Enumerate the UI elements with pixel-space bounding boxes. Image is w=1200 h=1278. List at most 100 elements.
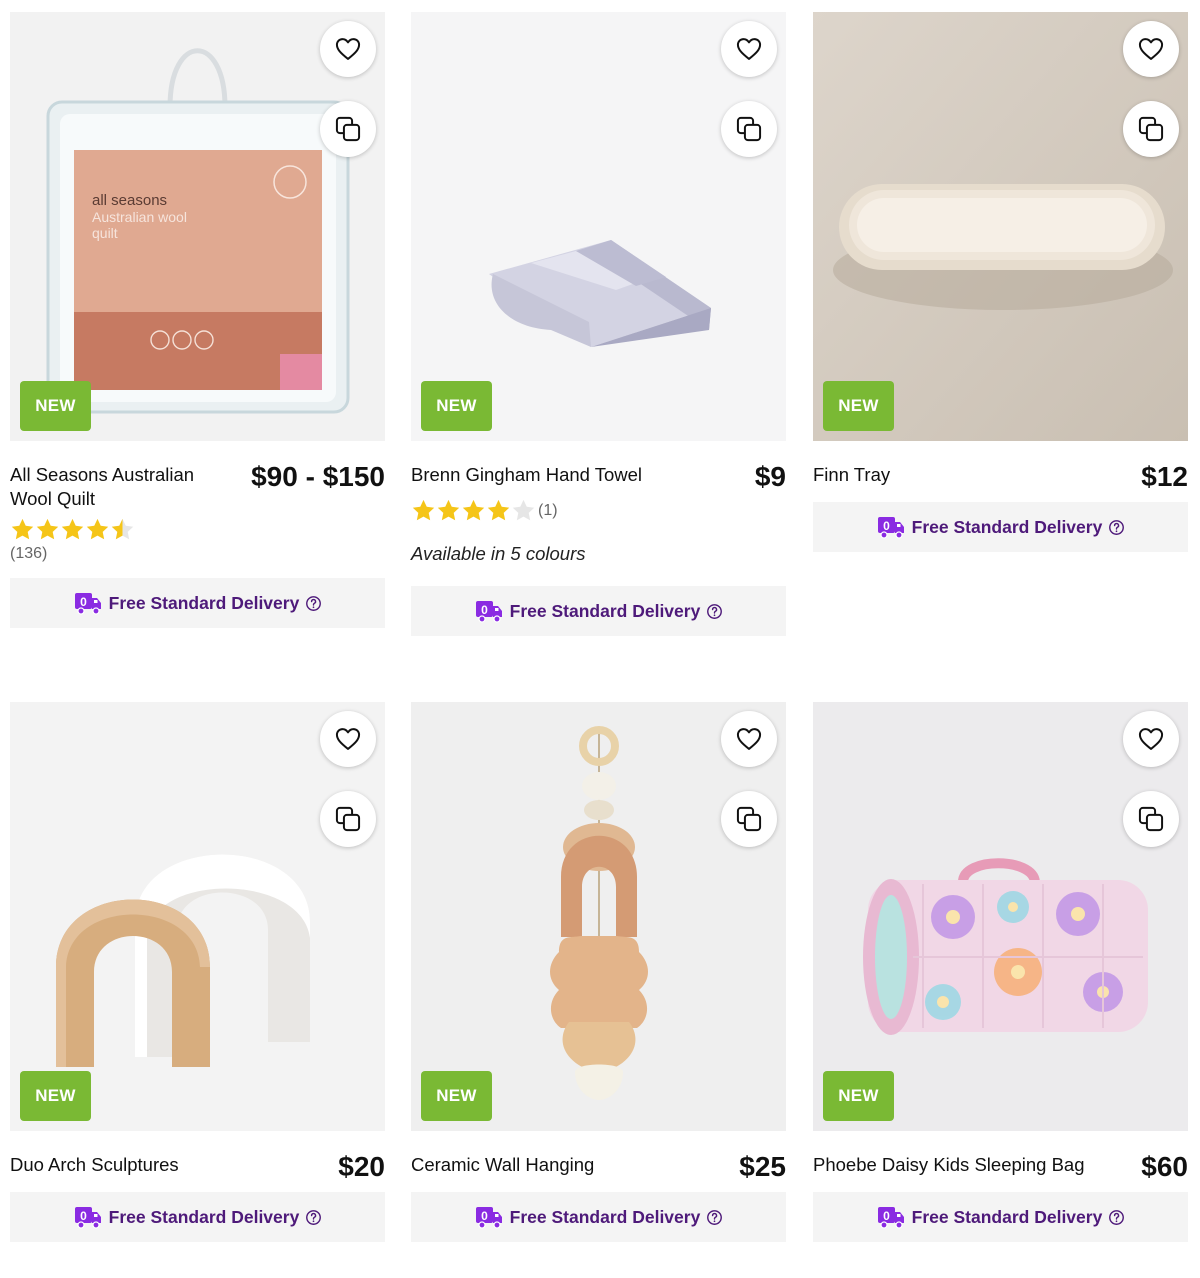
help-circle-icon[interactable] <box>706 1209 723 1226</box>
help-circle-icon[interactable] <box>1108 519 1125 536</box>
star-full-icon <box>436 498 461 523</box>
product-image[interactable]: NEW <box>813 12 1188 441</box>
delivery-label: Free Standard Delivery <box>911 516 1103 537</box>
product-card[interactable]: NEW Duo Arch Sculptures $20 Free Standar… <box>10 702 385 1242</box>
new-badge: NEW <box>20 381 91 431</box>
product-name[interactable]: Finn Tray <box>813 463 890 487</box>
compare-icon <box>735 115 763 143</box>
new-badge: NEW <box>421 1071 492 1121</box>
quilt-label-sub1: Australian wool <box>92 209 187 225</box>
tray-image <box>813 12 1188 441</box>
compare-icon <box>334 805 362 833</box>
compare-button[interactable] <box>320 791 376 847</box>
delivery-truck-icon <box>876 1205 906 1229</box>
free-delivery-banner[interactable]: Free Standard Delivery <box>813 1192 1188 1242</box>
star-full-icon <box>411 498 436 523</box>
product-card[interactable]: NEW Ceramic Wall Hanging $25 Free Standa… <box>411 702 786 1242</box>
wishlist-button[interactable] <box>721 711 777 767</box>
delivery-truck-icon <box>474 599 504 623</box>
product-name[interactable]: Brenn Gingham Hand Towel <box>411 463 642 487</box>
star-full-icon <box>35 517 60 542</box>
quilt-label-sub2: quilt <box>92 225 118 241</box>
product-image[interactable]: NEW <box>411 12 786 441</box>
help-circle-icon[interactable] <box>706 603 723 620</box>
heart-icon <box>735 35 763 63</box>
product-name[interactable]: Phoebe Daisy Kids Sleeping Bag <box>813 1153 1085 1177</box>
compare-button[interactable] <box>320 101 376 157</box>
free-delivery-banner[interactable]: Free Standard Delivery <box>411 1192 786 1242</box>
help-circle-icon[interactable] <box>305 1209 322 1226</box>
product-image[interactable]: NEW <box>813 702 1188 1131</box>
compare-button[interactable] <box>721 791 777 847</box>
delivery-label: Free Standard Delivery <box>911 1206 1103 1227</box>
heart-icon <box>1137 35 1165 63</box>
delivery-truck-icon <box>73 1205 103 1229</box>
quilt-image: all seasons Australian wool quilt <box>10 12 385 441</box>
rating-stars <box>10 517 135 542</box>
delivery-label: Free Standard Delivery <box>108 1206 300 1227</box>
delivery-label: Free Standard Delivery <box>509 1206 701 1227</box>
product-name[interactable]: All Seasons Australian Wool Quilt <box>10 463 225 511</box>
new-badge: NEW <box>823 381 894 431</box>
product-image[interactable]: all seasons Australian wool quilt NEW <box>10 12 385 441</box>
review-count: (136) <box>10 545 48 562</box>
free-delivery-banner[interactable]: Free Standard Delivery <box>813 502 1188 552</box>
wishlist-button[interactable] <box>1123 711 1179 767</box>
towel-image <box>411 12 786 441</box>
available-colours: Available in 5 colours <box>411 543 586 564</box>
heart-icon <box>1137 725 1165 753</box>
product-card[interactable]: NEW Phoebe Daisy Kids Sleeping Bag $60 F… <box>813 702 1188 1242</box>
product-card[interactable]: NEW Brenn Gingham Hand Towel $9 (1) Avai… <box>411 12 786 636</box>
compare-button[interactable] <box>1123 791 1179 847</box>
help-circle-icon[interactable] <box>1108 1209 1125 1226</box>
product-rating <box>10 517 385 542</box>
compare-button[interactable] <box>721 101 777 157</box>
product-name[interactable]: Ceramic Wall Hanging <box>411 1153 594 1177</box>
compare-icon <box>334 115 362 143</box>
star-half-icon <box>110 517 135 542</box>
new-badge: NEW <box>421 381 492 431</box>
product-price: $20 <box>338 1151 385 1182</box>
star-full-icon <box>10 517 35 542</box>
compare-icon <box>1137 805 1165 833</box>
compare-icon <box>1137 115 1165 143</box>
product-price: $12 <box>1141 461 1188 492</box>
product-name[interactable]: Duo Arch Sculptures <box>10 1153 179 1177</box>
star-full-icon <box>461 498 486 523</box>
product-card[interactable]: all seasons Australian wool quilt NEW Al… <box>10 12 385 628</box>
wall-hanging-image <box>411 702 786 1131</box>
star-full-icon <box>486 498 511 523</box>
star-empty-icon <box>511 498 536 523</box>
free-delivery-banner[interactable]: Free Standard Delivery <box>10 578 385 628</box>
heart-icon <box>334 725 362 753</box>
help-circle-icon[interactable] <box>305 595 322 612</box>
product-card[interactable]: NEW Finn Tray $12 Free Standard Delivery <box>813 12 1188 552</box>
compare-icon <box>735 805 763 833</box>
free-delivery-banner[interactable]: Free Standard Delivery <box>10 1192 385 1242</box>
wishlist-button[interactable] <box>721 21 777 77</box>
delivery-truck-icon <box>73 591 103 615</box>
product-image[interactable]: NEW <box>411 702 786 1131</box>
product-price: $25 <box>739 1151 786 1182</box>
delivery-label: Free Standard Delivery <box>108 592 300 613</box>
wishlist-button[interactable] <box>320 711 376 767</box>
free-delivery-banner[interactable]: Free Standard Delivery <box>411 586 786 636</box>
heart-icon <box>334 35 362 63</box>
product-price: $60 <box>1141 1151 1188 1182</box>
delivery-truck-icon <box>474 1205 504 1229</box>
sleeping-bag-image <box>813 702 1188 1131</box>
quilt-label-title: all seasons <box>92 192 167 209</box>
product-image[interactable]: NEW <box>10 702 385 1131</box>
delivery-truck-icon <box>876 515 906 539</box>
delivery-label: Free Standard Delivery <box>509 600 701 621</box>
product-rating: (1) <box>411 498 786 523</box>
heart-icon <box>735 725 763 753</box>
product-price: $90 - $150 <box>251 461 385 492</box>
wishlist-button[interactable] <box>1123 21 1179 77</box>
arch-sculpture-image <box>10 702 385 1131</box>
product-price: $9 <box>754 461 786 492</box>
new-badge: NEW <box>823 1071 894 1121</box>
wishlist-button[interactable] <box>320 21 376 77</box>
star-full-icon <box>85 517 110 542</box>
compare-button[interactable] <box>1123 101 1179 157</box>
